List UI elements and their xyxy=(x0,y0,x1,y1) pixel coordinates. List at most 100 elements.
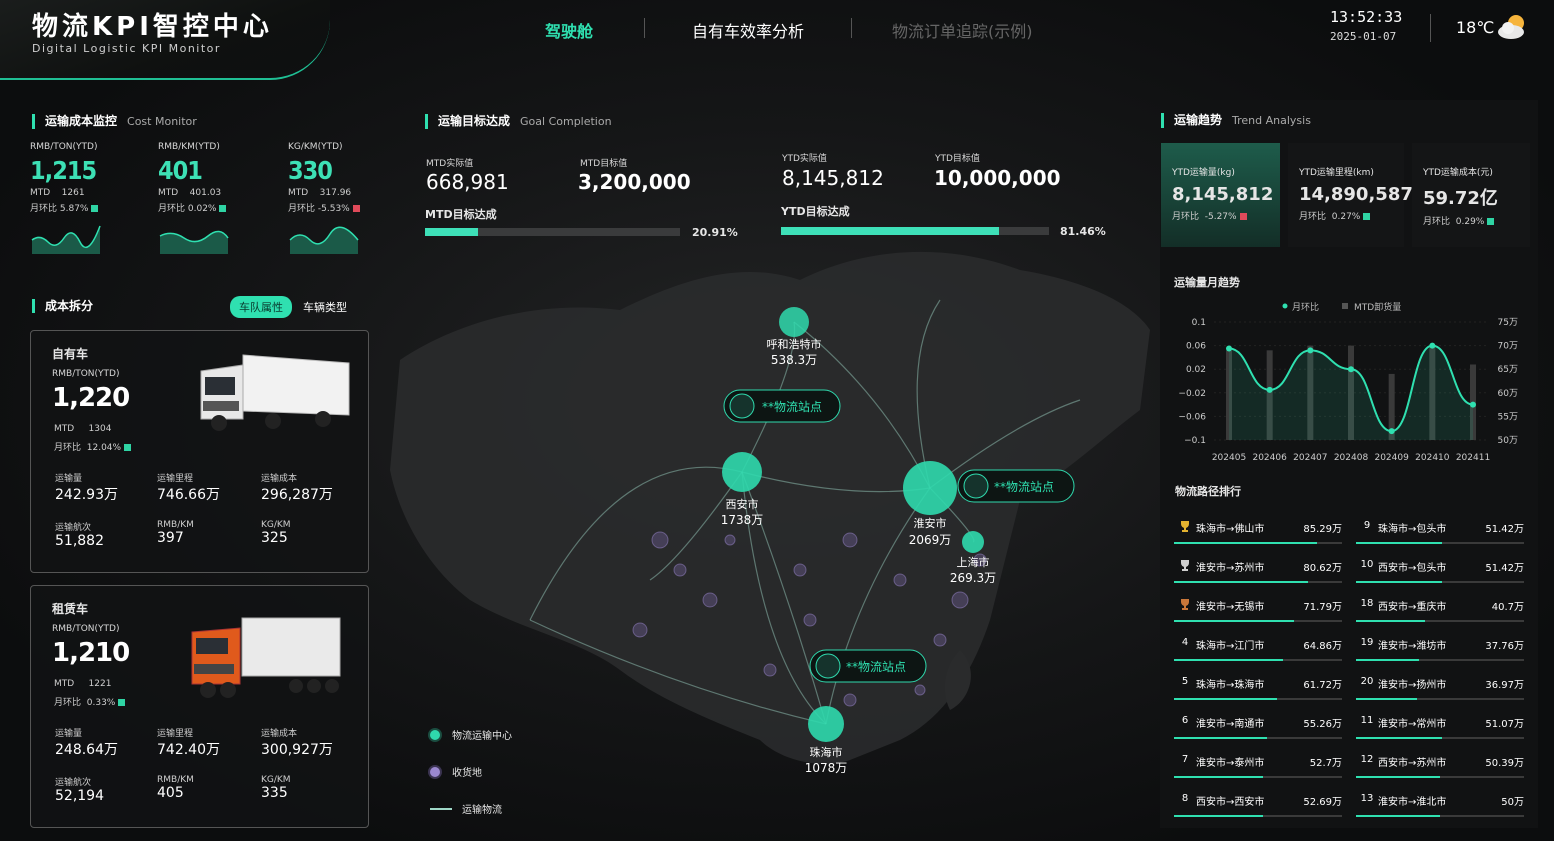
mtd-actual-value: 668,981 xyxy=(426,170,509,194)
trend-title: 运输趋势 Trend Analysis xyxy=(1161,113,1311,128)
trophy-icon xyxy=(1174,520,1196,535)
nav-tab-order-tracking[interactable]: 物流订单追踪(示例) xyxy=(892,18,1033,42)
route-row[interactable]: 6 淮安市→南通市 55.26万 xyxy=(1174,703,1342,742)
kpi-ytd-cost[interactable]: YTD运输成本(元) 59.72亿 月环比 0.29% xyxy=(1412,143,1530,247)
x-tick: 202405 xyxy=(1212,453,1246,463)
route-row[interactable]: 12 西安市→苏州市 50.39万 xyxy=(1356,742,1524,781)
route-progress-bar xyxy=(1356,581,1524,583)
mom-point xyxy=(1470,401,1476,408)
trophy-icon xyxy=(1174,598,1196,613)
city-value: 2069万 xyxy=(909,533,952,547)
cost-kpi-rmb-ton: RMB/TON(YTD) 1,215 MTD 1261 月环比 5.87% xyxy=(30,142,140,258)
route-rank: 6 xyxy=(1181,715,1189,726)
x-tick: 202408 xyxy=(1334,453,1369,463)
monthly-trend-title: 运输量月趋势 xyxy=(1174,276,1240,289)
route-rank: 13 xyxy=(1360,793,1374,804)
city-value: 538.3万 xyxy=(771,353,817,367)
route-rank: 20 xyxy=(1360,676,1374,687)
center-huaian[interactable] xyxy=(903,461,957,515)
center-xian[interactable] xyxy=(722,452,762,492)
sparkline xyxy=(31,225,101,254)
route-progress-bar xyxy=(1356,776,1524,778)
ytd-progress-bar xyxy=(781,227,1049,235)
center-zhuhai[interactable] xyxy=(808,706,844,742)
route-ranking-right: 9 珠海市→包头市 51.42万 10 西安市→包头市 51.42万 18 西安市→重庆市 40… xyxy=(1356,508,1524,820)
down-arrow-icon xyxy=(352,205,360,212)
route-progress-bar xyxy=(1174,815,1342,817)
y-tick-right: 75万 xyxy=(1498,318,1518,328)
legend-label: 月环比 xyxy=(1292,301,1319,313)
route-row[interactable]: 珠海市→佛山市 85.29万 xyxy=(1174,508,1342,547)
route-name: 珠海市→包头市 xyxy=(1378,524,1447,535)
y-tick-right: 65万 xyxy=(1498,365,1518,375)
route-row[interactable]: 7 淮安市→泰州市 52.7万 xyxy=(1174,742,1342,781)
up-arrow-icon xyxy=(118,699,126,706)
nav-tab-fleet-efficiency[interactable]: 自有车效率分析 xyxy=(692,18,804,42)
y-tick-right: 70万 xyxy=(1498,342,1518,352)
legend-swatch xyxy=(1342,303,1348,309)
x-tick: 202409 xyxy=(1374,453,1409,463)
route-rank: 5 xyxy=(1181,676,1189,687)
route-progress-bar xyxy=(1174,776,1342,778)
route-name: 淮安市→淮北市 xyxy=(1378,797,1447,808)
app-title: 物流KPI智控中心 xyxy=(32,12,273,42)
nav-tab-cockpit[interactable]: 驾驶舱 xyxy=(545,18,593,42)
route-progress-bar xyxy=(1174,737,1342,739)
route-value: 71.79万 xyxy=(1303,602,1342,613)
cost-split-tabs: 车队属性 车辆类型 xyxy=(230,296,356,318)
mom-point xyxy=(1429,342,1436,349)
city-name: 呼和浩特市 xyxy=(767,337,822,351)
center-hohhot[interactable] xyxy=(779,307,809,337)
tab-fleet-attribute[interactable]: 车队属性 xyxy=(230,296,292,318)
route-progress-bar xyxy=(1356,737,1524,739)
route-row[interactable]: 4 珠海市→江门市 64.86万 xyxy=(1174,625,1342,664)
route-rank: 18 xyxy=(1360,598,1374,609)
cost-monitor-title: 运输成本监控 Cost Monitor xyxy=(32,114,197,129)
ytd-pct: 81.46% xyxy=(1060,225,1106,238)
kpi-ytd-volume[interactable]: YTD运输量(kg) 8,145,812 月环比 -5.27% xyxy=(1161,143,1280,247)
route-name: 淮安市→无锡市 xyxy=(1196,602,1265,613)
route-row[interactable]: 20 淮安市→扬州市 36.97万 xyxy=(1356,664,1524,703)
route-row[interactable]: 淮安市→苏州市 80.62万 xyxy=(1174,547,1342,586)
mtd-pct: 20.91% xyxy=(692,226,738,239)
route-value: 50万 xyxy=(1501,797,1524,808)
route-row[interactable]: 5 珠海市→珠海市 61.72万 xyxy=(1174,664,1342,703)
city-name: 珠海市 xyxy=(810,745,843,759)
route-rank: 11 xyxy=(1360,715,1374,726)
route-progress-bar xyxy=(1174,698,1342,700)
route-row[interactable]: 19 淮安市→潍坊市 37.76万 xyxy=(1356,625,1524,664)
center-shanghai[interactable] xyxy=(962,531,984,553)
city-value: 269.3万 xyxy=(950,571,996,585)
route-value: 36.97万 xyxy=(1485,680,1524,691)
route-name: 珠海市→珠海市 xyxy=(1196,680,1265,691)
y-tick-left: −0.02 xyxy=(1178,389,1206,399)
route-row[interactable]: 9 珠海市→包头市 51.42万 xyxy=(1356,508,1524,547)
city-value: 1738万 xyxy=(721,513,764,527)
white-truck-image xyxy=(200,354,350,431)
route-progress-bar xyxy=(1174,581,1342,583)
kpi-ytd-mileage[interactable]: YTD运输里程(km) 14,890,587 月环比 0.27% xyxy=(1288,143,1413,247)
route-row[interactable]: 淮安市→无锡市 71.79万 xyxy=(1174,586,1342,625)
route-value: 51.42万 xyxy=(1485,563,1524,574)
route-progress-bar xyxy=(1356,659,1524,661)
route-value: 40.7万 xyxy=(1491,602,1524,613)
card-stats: 运输量 242.93万 运输里程 746.66万 运输成本 296,287万 运输航次… xyxy=(55,474,333,549)
route-rank: 9 xyxy=(1363,520,1371,531)
route-row[interactable]: 18 西安市→重庆市 40.7万 xyxy=(1356,586,1524,625)
x-tick: 202407 xyxy=(1293,453,1327,463)
route-row[interactable]: 8 西安市→西安市 52.69万 xyxy=(1174,781,1342,820)
route-progress-bar xyxy=(1174,620,1342,622)
y-tick-left: −0.06 xyxy=(1178,412,1206,422)
tab-vehicle-type[interactable]: 车辆类型 xyxy=(294,296,356,318)
y-tick-left: 0.06 xyxy=(1186,342,1206,352)
city-value: 1078万 xyxy=(805,761,848,775)
route-value: 37.76万 xyxy=(1485,641,1524,652)
city-name: 西安市 xyxy=(726,497,759,511)
route-row[interactable]: 10 西安市→包头市 51.42万 xyxy=(1356,547,1524,586)
route-value: 51.42万 xyxy=(1485,524,1524,535)
route-rank: 10 xyxy=(1360,559,1374,570)
legend-dot xyxy=(1282,303,1288,309)
up-arrow-icon xyxy=(1363,213,1371,220)
route-row[interactable]: 13 淮安市→淮北市 50万 xyxy=(1356,781,1524,820)
route-row[interactable]: 11 淮安市→常州市 51.07万 xyxy=(1356,703,1524,742)
